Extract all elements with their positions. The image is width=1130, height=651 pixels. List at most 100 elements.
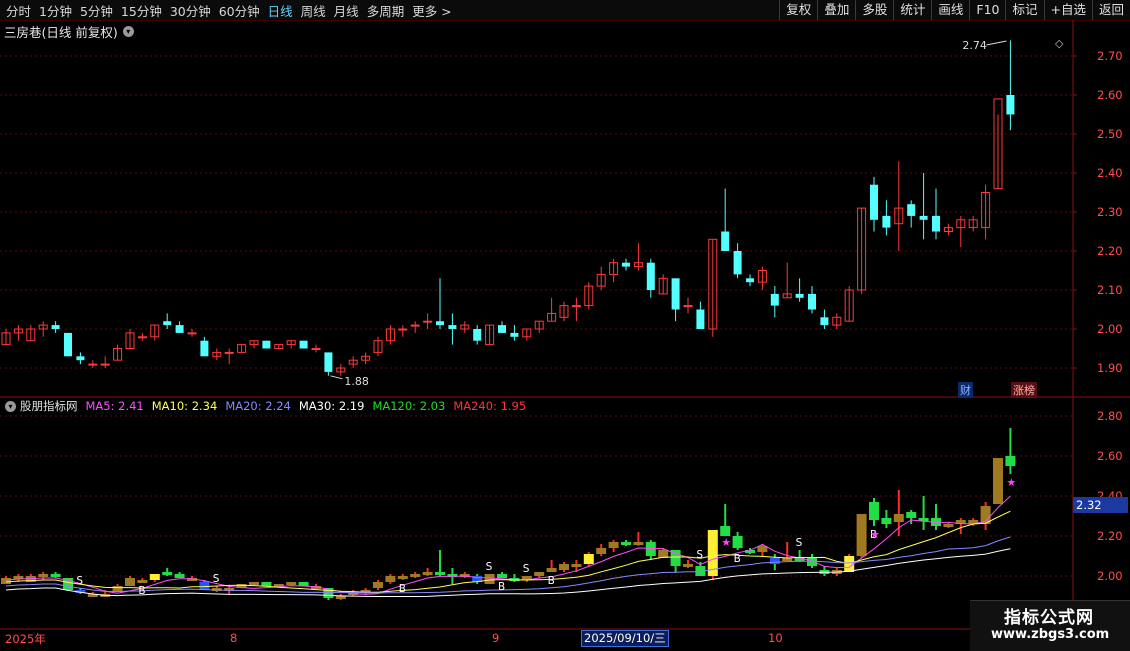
high-label: 2.74 [962,39,987,52]
candle-body-up [150,324,160,338]
top-toolbar: 分时 1分钟 5分钟 15分钟 30分钟 60分钟 日线 周线 月线 多周期 更多 > 复权 叠加 多股… [0,0,1130,21]
candle-body-up [348,359,358,365]
period-tab-7[interactable]: 周线 [301,1,326,20]
stock-title: 三房巷(日线 前复权) [4,25,118,40]
ind-bar [844,556,855,572]
toolbar-button-1[interactable]: 叠加 [817,0,855,20]
candle-body-up [547,312,557,322]
indicator-title: ▾ 股朋指标网 MA5: 2.41 MA10: 2.34 MA20: 2.24 MA3… [2,398,542,414]
ind-bar [782,558,793,561]
star-marker: ★ [870,528,880,541]
ind-bar [521,576,532,580]
ind-bar [348,592,359,595]
candle-body-up [708,238,718,330]
candle-body-down [932,215,940,232]
toolbar-button-0[interactable]: 复权 [779,0,817,20]
candle-body-up [981,192,991,229]
ind-bar [397,576,408,579]
candle-body-down [770,293,779,306]
chart-title[interactable]: 三房巷(日线 前复权) ▾ [4,22,134,41]
ind-bar [311,586,321,589]
period-tab-4[interactable]: 30分钟 [170,1,211,20]
candle-body-up [224,351,234,354]
ind-bar [658,550,669,558]
ma20-line [5,536,1011,594]
signal-B: B [870,529,877,541]
period-tab-3[interactable]: 15分钟 [121,1,162,20]
candle-body-down [795,293,804,298]
toolbar-button-6[interactable]: 标记 [1005,0,1043,20]
toolbar-button-3[interactable]: 统计 [893,0,931,20]
price-tick-4: 2.30 [1097,205,1123,219]
signal-S: S [523,563,530,575]
ind-bar [484,574,495,584]
diamond-icon: ◇ [1055,37,1064,50]
chevron-down-icon[interactable]: ▾ [122,26,134,37]
candle-body-up [658,277,668,295]
candle-body-up [968,219,978,229]
candle-body-up [757,270,767,283]
ind-bar [286,582,297,585]
ma-label-2: MA20: 2.24 [225,399,291,413]
ind-bar [298,582,309,586]
toolbar-button-5[interactable]: F10 [969,0,1005,20]
period-tab-0[interactable]: 分时 [6,1,31,20]
ind-bar [745,550,755,553]
candle-body-up [683,305,693,308]
ind-bar [571,564,582,567]
candle-body-up [212,351,222,357]
rank-tag[interactable]: 涨榜 [1011,382,1037,398]
period-tabs: 分时 1分钟 5分钟 15分钟 30分钟 60分钟 日线 周线 月线 多周期 更多 > [2,0,456,20]
ma-label-3: MA30: 2.19 [298,399,365,413]
candle-body-up [633,262,643,268]
ind-bar [360,590,371,593]
ind-bar [993,458,1003,504]
candle-body-up [398,328,408,331]
candle-body-up [460,324,470,330]
candle-body-down [746,278,754,283]
low-arrow [330,375,343,380]
candle-body-down [808,293,816,310]
candle-body-down [51,325,60,329]
signal-S: S [213,573,220,585]
ind-bar [112,586,123,592]
price-tick-6: 2.10 [1097,283,1123,297]
chevron-down-icon[interactable]: ▾ [5,400,16,412]
star-marker: ★ [721,536,731,549]
candle-body-up [88,363,98,366]
period-tab-10[interactable]: 更多 > [412,1,451,20]
candle-body-up [522,328,532,338]
ind-bar [335,596,346,599]
ind-bar [261,582,272,586]
candle-body-down [510,332,519,337]
candle-body-up [410,324,420,327]
toolbar-button-7[interactable]: +自选 [1043,0,1092,20]
period-tab-2[interactable]: 5分钟 [80,1,113,20]
candle-body-down [76,356,85,361]
toolbar-button-8[interactable]: 返回 [1091,0,1130,20]
current-price-box: 2.32 [1073,497,1128,513]
candle-body-up [894,207,904,225]
period-tab-5[interactable]: 60分钟 [219,1,260,20]
kline-chart[interactable]: 2.70 2.60 2.50 2.40 2.30 2.20 2.10 2.00 1.90 2.80… [0,0,1130,650]
ind-bar [273,584,284,587]
ind-bar [931,518,941,526]
period-tab-8[interactable]: 月线 [334,1,359,20]
ind-bar [249,582,259,585]
signal-B: B [734,553,741,565]
price-tick-0: 2.70 [1097,49,1123,63]
toolbar-button-4[interactable]: 画线 [931,0,969,20]
toolbar-button-2[interactable]: 多股 [855,0,893,20]
period-tab-9[interactable]: 多周期 [367,1,405,20]
period-tab-1[interactable]: 1分钟 [39,1,72,20]
period-tab-6[interactable]: 日线 [268,1,293,20]
ind-bar [1,578,11,584]
ind-bar [794,558,805,561]
finance-tag[interactable]: 财 [958,382,973,398]
candle-body-down [671,278,680,310]
ind-bar [559,564,569,570]
candle-body-down [733,251,742,275]
ind-bar [149,574,160,580]
candle-body-down [436,321,444,326]
candle-body-up [113,348,123,361]
